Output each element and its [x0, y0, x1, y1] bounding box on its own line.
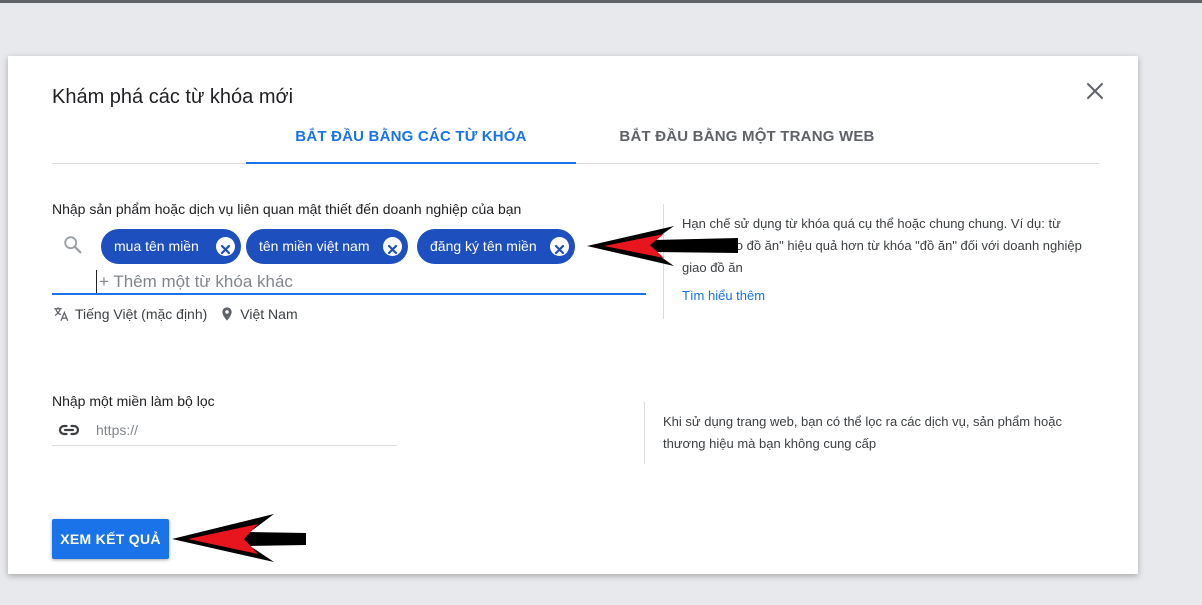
- tab-start-with-website[interactable]: BẮT ĐẦU BẰNG MỘT TRANG WEB: [592, 120, 902, 164]
- cancel-icon: [554, 244, 565, 255]
- link-icon: [58, 424, 80, 436]
- view-results-button[interactable]: XEM KẾT QUẢ: [52, 519, 169, 559]
- cancel-icon: [387, 244, 398, 255]
- translate-icon: [54, 307, 69, 321]
- domain-hint: Khi sử dụng trang web, bạn có thể lọc ra…: [663, 414, 1062, 451]
- keyword-chip-label: tên miền việt nam: [259, 238, 370, 254]
- dialog-title: Khám phá các từ khóa mới: [52, 86, 294, 108]
- keywords-hint: Hạn chế sử dụng từ khóa quá cụ thể hoặc …: [682, 216, 1082, 275]
- remove-chip-button[interactable]: [550, 237, 569, 256]
- add-keyword-input[interactable]: [96, 270, 636, 294]
- language-selector[interactable]: Tiếng Việt (mặc định): [52, 305, 207, 323]
- keyword-chip: mua tên miền: [101, 229, 241, 264]
- keyword-chip: tên miền việt nam: [246, 229, 408, 264]
- domain-section-label: Nhập một miền làm bộ lọc: [52, 393, 215, 409]
- location-pin-icon: [222, 307, 232, 321]
- keyword-input-underline: [52, 293, 646, 295]
- domain-filter-input[interactable]: [96, 419, 396, 441]
- mode-tabs: BẮT ĐẦU BẰNG CÁC TỪ KHÓA BẮT ĐẦU BẰNG MỘ…: [52, 120, 1099, 164]
- learn-more-link[interactable]: Tìm hiểu thêm: [682, 288, 765, 303]
- close-icon: [1087, 83, 1103, 99]
- cancel-icon: [220, 244, 231, 255]
- keywords-section-label: Nhập sản phẩm hoặc dịch vụ liên quan mật…: [52, 201, 522, 217]
- hint-divider: [644, 402, 645, 464]
- tab-start-with-keywords[interactable]: BẮT ĐẦU BẰNG CÁC TỪ KHÓA: [246, 120, 576, 164]
- domain-input-underline: [52, 445, 397, 446]
- remove-chip-button[interactable]: [216, 237, 235, 256]
- annotation-arrow-icon: [587, 226, 738, 266]
- keyword-chip-label: mua tên miền: [114, 238, 199, 254]
- keyword-discovery-dialog: Khám phá các từ khóa mới BẮT ĐẦU BẰNG CÁ…: [8, 56, 1138, 574]
- search-icon: [64, 236, 82, 254]
- location-selector[interactable]: Việt Nam: [219, 305, 298, 323]
- location-label: Việt Nam: [240, 306, 298, 322]
- close-button[interactable]: [1082, 78, 1108, 104]
- language-label: Tiếng Việt (mặc định): [75, 306, 208, 322]
- keyword-chip-label: đăng ký tên miền: [430, 238, 537, 254]
- annotation-arrow-icon: [172, 514, 306, 562]
- keyword-chip: đăng ký tên miền: [417, 229, 575, 264]
- targeting-row: Tiếng Việt (mặc định) Việt Nam: [52, 304, 298, 324]
- remove-chip-button[interactable]: [383, 237, 402, 256]
- browser-top-bar: [0, 0, 1202, 3]
